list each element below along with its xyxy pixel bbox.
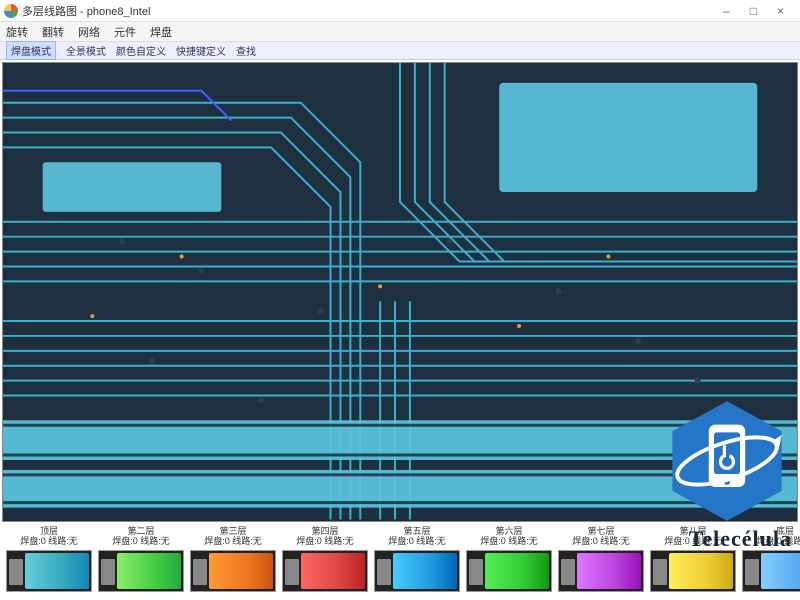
layer-pad: 焊盘:0 (112, 536, 138, 546)
layer-pad: 焊盘:0 (480, 536, 506, 546)
layer-thumb (650, 550, 736, 592)
layer-trace: 线路:无 (600, 536, 630, 546)
menu-rotate[interactable]: 旋转 (6, 24, 28, 40)
layer-thumb (6, 550, 92, 592)
layer-trace: 线路:无 (784, 536, 800, 546)
pcb-traces (3, 63, 797, 520)
tool-shortcut-custom[interactable]: 快捷键定义 (176, 43, 226, 58)
layer-item-6[interactable]: 第六层焊盘:0 线路:无 (466, 526, 552, 592)
layer-pad: 焊盘:0 (572, 536, 598, 546)
menu-flip[interactable]: 翻转 (42, 24, 64, 40)
maximize-button[interactable]: □ (744, 4, 763, 18)
layer-name: 第五层 (403, 526, 430, 536)
layer-trace: 线路:无 (416, 536, 446, 546)
layer-name: 底层 (776, 526, 794, 536)
layer-item-5[interactable]: 第五层焊盘:0 线路:无 (374, 526, 460, 592)
titlebar: 多层线路图 - phone8_Intel – □ × (0, 0, 800, 22)
layer-pad: 焊盘:0 (756, 536, 782, 546)
layer-pad: 焊盘:0 (296, 536, 322, 546)
layer-name: 第二层 (127, 526, 154, 536)
layer-thumbnails: 顶层焊盘:0 线路:无 第二层焊盘:0 线路:无 第三层焊盘:0 线路:无 第四… (0, 524, 800, 600)
layer-trace: 线路:无 (48, 536, 78, 546)
tool-find[interactable]: 查找 (236, 43, 256, 58)
layer-thumb (190, 550, 276, 592)
layer-name: 第八层 (679, 526, 706, 536)
layer-name: 第四层 (311, 526, 338, 536)
layer-item-1[interactable]: 顶层焊盘:0 线路:无 (6, 526, 92, 592)
layer-name: 第七层 (587, 526, 614, 536)
layer-name: 第六层 (495, 526, 522, 536)
layer-trace: 线路:无 (508, 536, 538, 546)
mode-panorama[interactable]: 全景模式 (66, 43, 106, 58)
app-icon (4, 4, 18, 18)
layer-pad: 焊盘:0 (664, 536, 690, 546)
layer-name: 顶层 (40, 526, 58, 536)
layer-item-8[interactable]: 第八层焊盘:0 线路:无 (650, 526, 736, 592)
pcb-canvas[interactable]: X:6334.81 Y:95400 错三层 (2, 62, 798, 522)
layer-pad: 焊盘:0 (388, 536, 414, 546)
layer-pad: 焊盘:0 (20, 536, 46, 546)
layer-item-3[interactable]: 第三层焊盘:0 线路:无 (190, 526, 276, 592)
layer-pad: 焊盘:0 (204, 536, 230, 546)
mode-pad[interactable]: 焊盘模式 (6, 41, 56, 60)
layer-thumb (558, 550, 644, 592)
menu-component[interactable]: 元件 (114, 24, 136, 40)
tool-color-custom[interactable]: 颜色自定义 (116, 43, 166, 58)
minimize-button[interactable]: – (717, 4, 736, 18)
menu-net[interactable]: 网络 (78, 24, 100, 40)
layer-thumb (742, 550, 800, 592)
layer-trace: 线路:无 (140, 536, 170, 546)
layer-thumb (98, 550, 184, 592)
layer-trace: 线路:无 (324, 536, 354, 546)
layer-item-7[interactable]: 第七层焊盘:0 线路:无 (558, 526, 644, 592)
layer-name: 第三层 (219, 526, 246, 536)
menubar: 旋转 翻转 网络 元件 焊盘 (0, 22, 800, 42)
layer-thumb (282, 550, 368, 592)
window-title: 多层线路图 - phone8_Intel (22, 3, 717, 19)
close-button[interactable]: × (771, 4, 790, 18)
layer-thumb (374, 550, 460, 592)
window-controls: – □ × (717, 4, 796, 18)
layer-trace: 线路:无 (692, 536, 722, 546)
layer-item-9[interactable]: 底层焊盘:0 线路:无 (742, 526, 800, 592)
toolbar: 焊盘模式 全景模式 颜色自定义 快捷键定义 查找 (0, 42, 800, 60)
layer-item-4[interactable]: 第四层焊盘:0 线路:无 (282, 526, 368, 592)
menu-pad[interactable]: 焊盘 (150, 24, 172, 40)
layer-thumb (466, 550, 552, 592)
layer-trace: 线路:无 (232, 536, 262, 546)
layer-item-2[interactable]: 第二层焊盘:0 线路:无 (98, 526, 184, 592)
